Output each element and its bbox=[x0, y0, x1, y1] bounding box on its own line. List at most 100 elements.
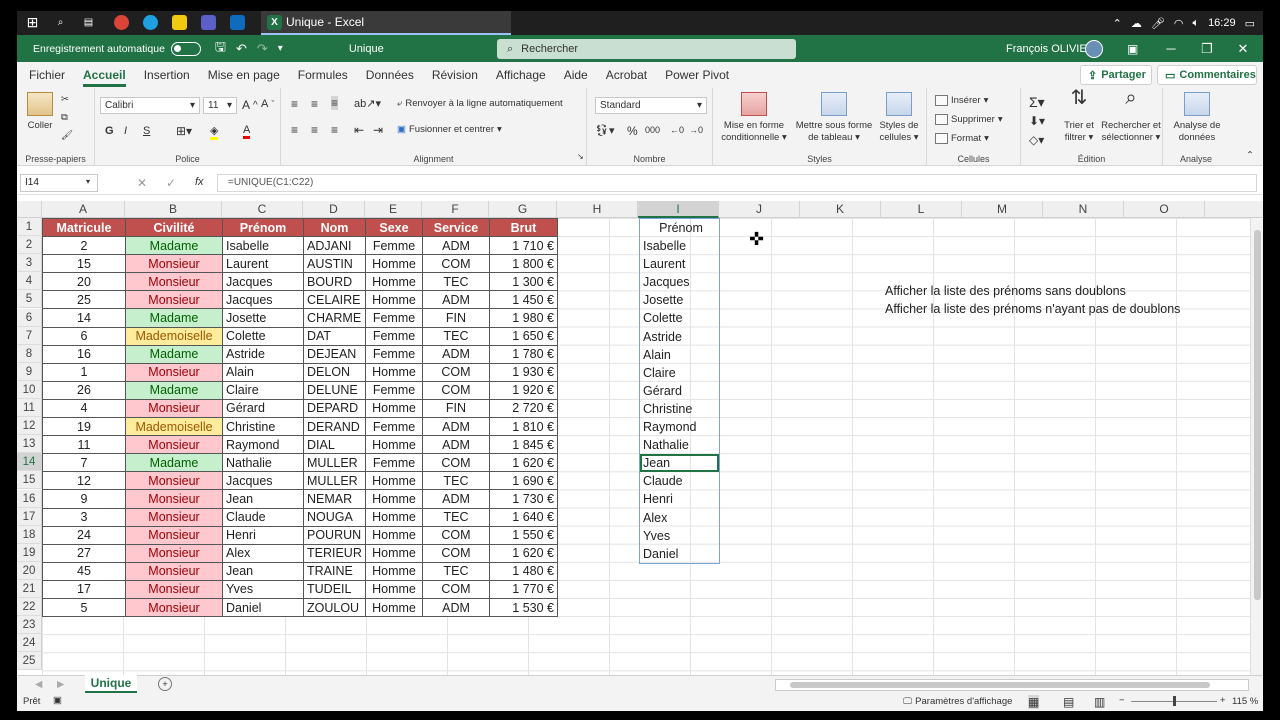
format-as-table-button[interactable]: Mettre sous forme de tableau ▾ bbox=[793, 92, 875, 144]
row-header-11[interactable]: 11 bbox=[17, 399, 42, 418]
unique-list-item[interactable]: Alain bbox=[640, 346, 719, 364]
table-cell[interactable]: Femme bbox=[365, 380, 423, 400]
table-cell[interactable]: Jacques bbox=[222, 290, 304, 310]
table-cell[interactable]: TEC bbox=[422, 272, 490, 292]
row-header-15[interactable]: 15 bbox=[17, 471, 42, 490]
unique-prenom-list[interactable]: Prénom Isabelle Laurent Jacques Josette Colet… bbox=[639, 218, 720, 564]
restore-button[interactable]: ❐ bbox=[1189, 35, 1225, 62]
cut-icon[interactable]: ✂ bbox=[61, 94, 69, 105]
table-cell[interactable]: Jacques bbox=[222, 471, 304, 491]
row-header-12[interactable]: 12 bbox=[17, 417, 42, 436]
select-all-corner[interactable] bbox=[17, 201, 42, 218]
table-cell[interactable]: Josette bbox=[222, 308, 304, 328]
row-header-6[interactable]: 6 bbox=[17, 308, 42, 327]
table-cell[interactable]: MULLER bbox=[303, 453, 366, 473]
table-cell[interactable]: 1 810 € bbox=[489, 417, 558, 437]
table-cell[interactable]: ADJANI bbox=[303, 236, 366, 256]
table-cell[interactable]: 1 530 € bbox=[489, 597, 558, 618]
column-header-g[interactable]: G bbox=[489, 201, 557, 218]
chrome-icon[interactable] bbox=[114, 15, 129, 30]
font-color-icon[interactable]: A bbox=[243, 124, 251, 139]
table-cell[interactable]: Claude bbox=[222, 507, 304, 527]
table-cell[interactable]: 14 bbox=[42, 308, 126, 328]
column-header-f[interactable]: F bbox=[422, 201, 489, 218]
table-cell[interactable]: 1 bbox=[42, 362, 126, 382]
unique-list-item[interactable]: Jean bbox=[640, 454, 719, 473]
table-cell[interactable]: ADM bbox=[422, 344, 490, 364]
conditional-format-button[interactable]: Mise en forme conditionnelle ▾ bbox=[719, 92, 789, 144]
row-header-3[interactable]: 3 bbox=[17, 254, 42, 273]
table-cell[interactable]: Femme bbox=[365, 236, 423, 256]
table-cell[interactable]: 25 bbox=[42, 290, 126, 310]
shrink-font-icon[interactable]: Aˇ bbox=[261, 98, 274, 110]
table-cell[interactable]: Homme bbox=[365, 579, 423, 599]
paste-button[interactable]: Coller bbox=[23, 92, 57, 132]
align-right-icon[interactable]: ≡ bbox=[331, 123, 338, 137]
table-cell[interactable]: 4 bbox=[42, 398, 126, 419]
table-cell[interactable]: COM bbox=[422, 453, 490, 473]
table-cell[interactable]: 11 bbox=[42, 435, 126, 455]
sheet-tab-unique[interactable]: Unique bbox=[85, 675, 137, 694]
table-header-cell[interactable]: Sexe bbox=[365, 217, 423, 238]
column-header-m[interactable]: M bbox=[962, 201, 1043, 218]
comments-button[interactable]: ▭ Commentaires bbox=[1157, 65, 1257, 85]
page-layout-view-icon[interactable]: ▤ bbox=[1063, 695, 1074, 709]
clear-icon[interactable]: ◇▾ bbox=[1029, 133, 1044, 147]
tab-fichier[interactable]: Fichier bbox=[20, 62, 74, 88]
insert-function-icon[interactable]: fx bbox=[195, 176, 204, 188]
table-cell[interactable]: Astride bbox=[222, 344, 304, 364]
row-header-8[interactable]: 8 bbox=[17, 344, 42, 363]
row-header-4[interactable]: 4 bbox=[17, 272, 42, 291]
copy-icon[interactable]: ⧉ bbox=[61, 112, 68, 123]
zoom-slider-thumb[interactable] bbox=[1173, 696, 1176, 706]
table-cell[interactable]: Monsieur bbox=[125, 507, 223, 527]
table-cell[interactable]: 2 720 € bbox=[489, 398, 558, 419]
sort-filter-button[interactable]: ⇅ Trier et filtrer ▾ bbox=[1059, 88, 1099, 144]
row-header-22[interactable]: 22 bbox=[17, 598, 42, 617]
insert-button[interactable]: Insérer ▾ bbox=[935, 95, 988, 106]
table-cell[interactable]: Femme bbox=[365, 326, 423, 346]
table-cell[interactable]: Daniel bbox=[222, 597, 304, 618]
row-header-17[interactable]: 17 bbox=[17, 507, 42, 526]
autosave-toggle[interactable] bbox=[170, 41, 201, 56]
table-cell[interactable]: TEC bbox=[422, 326, 490, 346]
table-cell[interactable]: Colette bbox=[222, 326, 304, 346]
find-select-button[interactable]: ⌕ Rechercher et sélectionner ▾ bbox=[1099, 88, 1163, 144]
windows-start-icon[interactable]: ⊞ bbox=[25, 14, 40, 30]
decrease-indent-icon[interactable]: ⇤ bbox=[354, 123, 364, 137]
cloud-icon[interactable]: ☁ bbox=[1131, 17, 1142, 30]
table-cell[interactable]: 20 bbox=[42, 272, 126, 292]
tab-accueil[interactable]: Accueil bbox=[74, 62, 135, 88]
table-cell[interactable]: FIN bbox=[422, 308, 490, 328]
table-cell[interactable]: Madame bbox=[125, 344, 223, 364]
tab-power-pivot[interactable]: Power Pivot bbox=[656, 62, 738, 88]
row-header-16[interactable]: 16 bbox=[17, 489, 42, 508]
search-box[interactable]: ⌕ Rechercher bbox=[497, 39, 796, 59]
table-cell[interactable]: Monsieur bbox=[125, 543, 223, 563]
analyze-data-button[interactable]: Analyse de données bbox=[1169, 92, 1225, 144]
unique-list-item[interactable]: Alex bbox=[640, 509, 719, 527]
table-cell[interactable]: Henri bbox=[222, 525, 304, 545]
fill-icon[interactable]: ⬇▾ bbox=[1029, 114, 1045, 128]
row-header-20[interactable]: 20 bbox=[17, 561, 42, 580]
table-cell[interactable]: COM bbox=[422, 579, 490, 599]
table-cell[interactable]: 24 bbox=[42, 525, 126, 545]
table-cell[interactable]: Homme bbox=[365, 435, 423, 455]
save-icon[interactable]: 🖫︎ bbox=[215, 38, 226, 60]
table-cell[interactable]: Mademoiselle bbox=[125, 326, 223, 346]
row-header-2[interactable]: 2 bbox=[17, 236, 42, 255]
instruction-note-1[interactable]: Afficher la liste des prénoms sans doubl… bbox=[885, 284, 1126, 298]
table-cell[interactable]: Madame bbox=[125, 380, 223, 400]
unique-list-item[interactable]: Daniel bbox=[640, 545, 719, 563]
table-cell[interactable]: DELON bbox=[303, 362, 366, 382]
worksheet-grid[interactable]: ABCDEFGHIJKLMNO 1 2 3 4 5 6 7 8 9 10 11 12 13 14 15 16 1… bbox=[17, 201, 1263, 675]
increase-decimal-icon[interactable]: ←0 bbox=[670, 125, 684, 135]
table-cell[interactable]: TERIEUR bbox=[303, 543, 366, 563]
table-cell[interactable]: 17 bbox=[42, 579, 126, 599]
table-cell[interactable]: Monsieur bbox=[125, 435, 223, 455]
macro-record-icon[interactable]: ▣ bbox=[53, 695, 62, 706]
table-cell[interactable]: ADM bbox=[422, 597, 490, 618]
italic-button[interactable]: I bbox=[124, 125, 127, 137]
table-cell[interactable]: 2 bbox=[42, 236, 126, 256]
table-cell[interactable]: 12 bbox=[42, 471, 126, 491]
